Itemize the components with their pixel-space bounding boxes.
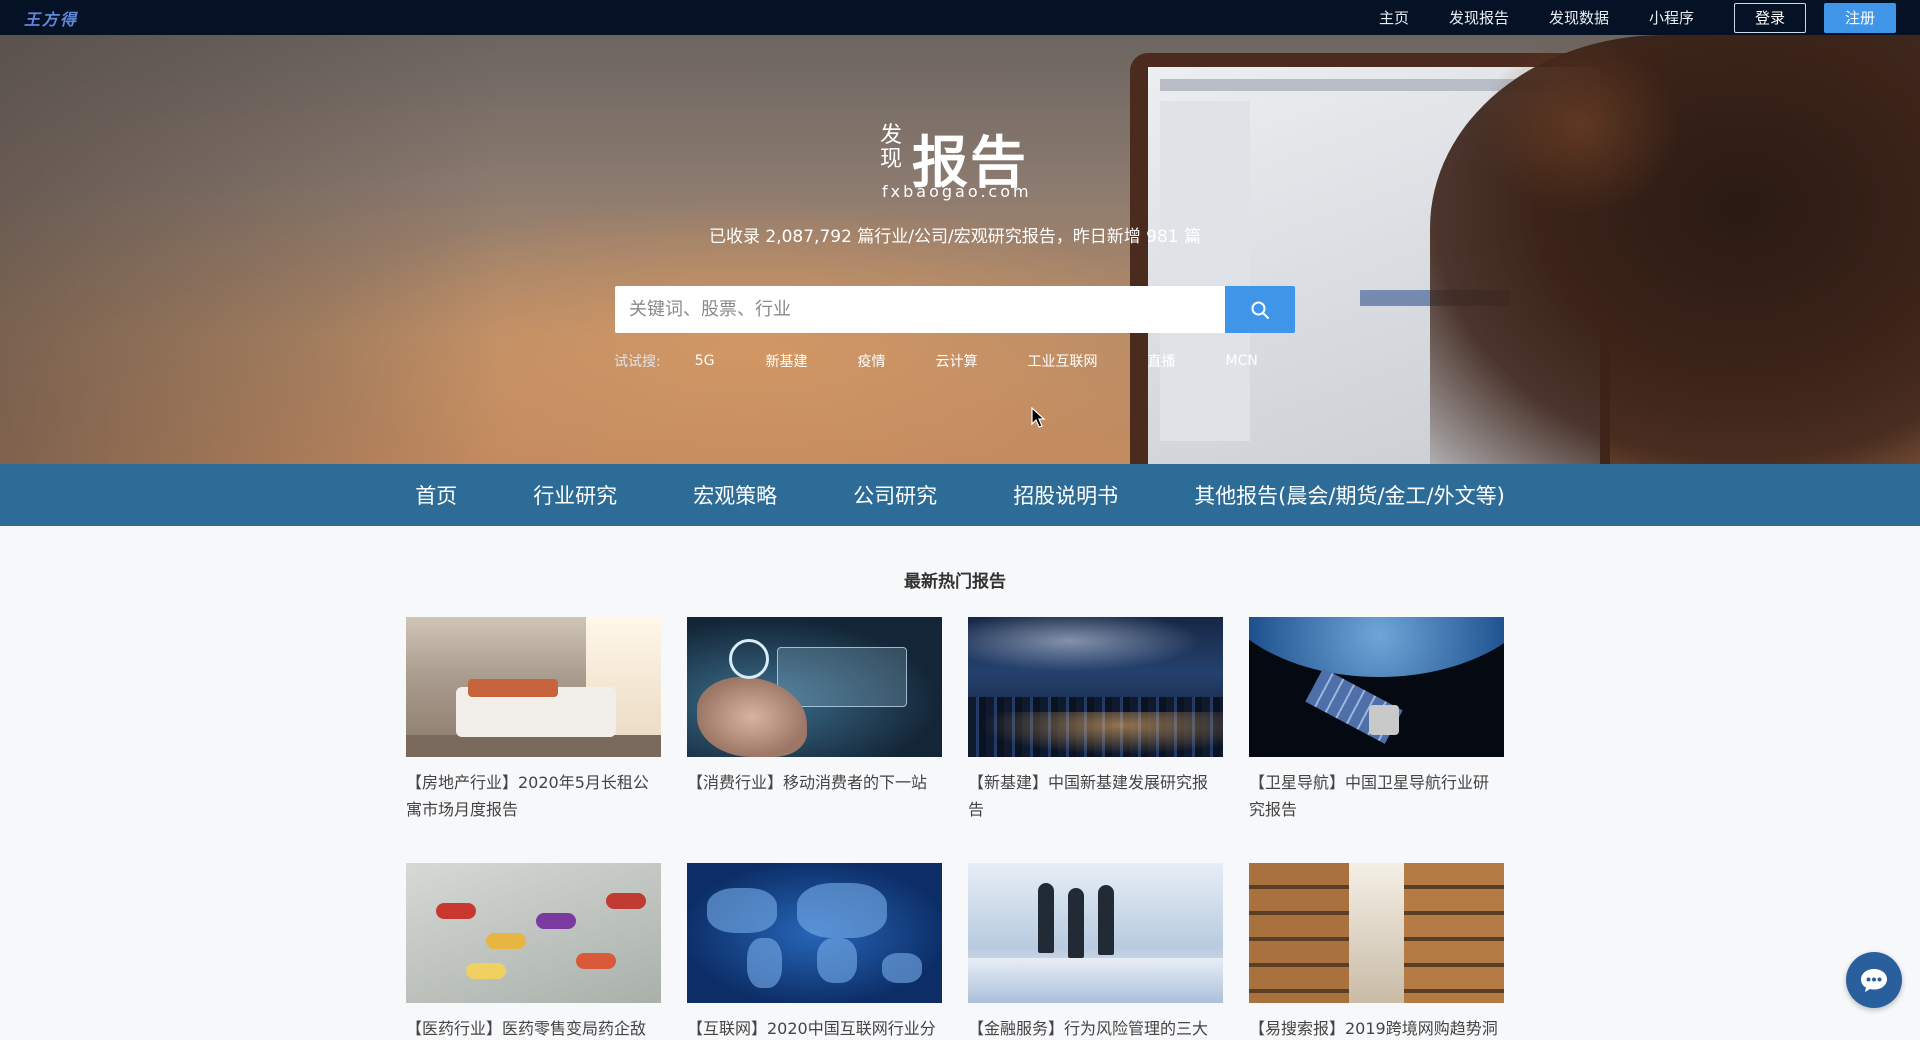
report-card[interactable]: 【房地产行业】2020年5月长租公寓市场月度报告 [406, 617, 661, 823]
report-card[interactable]: 【消费行业】移动消费者的下一站 [687, 617, 942, 796]
logo-small-text: 发现 [880, 123, 903, 172]
report-title[interactable]: 【消费行业】移动消费者的下一站 [687, 769, 942, 796]
report-thumbnail[interactable] [406, 617, 661, 757]
search-bar [615, 286, 1295, 333]
category-tab-other[interactable]: 其他报告(晨会/期货/金工/外文等) [1194, 480, 1505, 510]
map-continent [747, 938, 782, 988]
search-icon [1251, 301, 1270, 319]
bedroom-floor [406, 735, 661, 757]
pill [576, 953, 616, 969]
category-tab-industry[interactable]: 行业研究 [533, 480, 617, 510]
meeting-table [968, 958, 1223, 1003]
hero-person-hair [1480, 35, 1680, 215]
hero-background-shade [0, 35, 500, 464]
report-title[interactable]: 【金融服务】行为风险管理的三大 [968, 1015, 1223, 1040]
report-title[interactable]: 【卫星导航】中国卫星导航行业研究报告 [1249, 769, 1504, 823]
suggest-item-new-infrastructure[interactable]: 新基建 [765, 351, 807, 371]
report-title[interactable]: 【新基建】中国新基建发展研究报告 [968, 769, 1223, 823]
pill [436, 903, 476, 919]
map-continent [882, 953, 922, 983]
chat-bubble-icon [1861, 969, 1887, 992]
mouse-cursor-icon [1031, 407, 1046, 428]
report-card[interactable]: 【新基建】中国新基建发展研究报告 [968, 617, 1223, 823]
top-nav: 主页 发现报告 发现数据 小程序 登录 注册 [1379, 0, 1920, 35]
category-tab-prospectus[interactable]: 招股说明书 [1013, 480, 1118, 510]
map-continent [797, 883, 887, 938]
suggest-item-industrial-internet[interactable]: 工业互联网 [1027, 351, 1097, 371]
map-continent [817, 938, 857, 983]
pay-ring [729, 639, 769, 679]
report-title[interactable]: 【易搜索报】2019跨境网购趋势洞 [1249, 1015, 1504, 1040]
site-brand-logo[interactable]: 王方得 [24, 6, 78, 30]
pay-card [777, 647, 907, 707]
search-input[interactable] [615, 286, 1226, 333]
top-bar: 王方得 主页 发现报告 发现数据 小程序 登录 注册 [0, 0, 1920, 35]
pill [536, 913, 576, 929]
report-thumbnail[interactable] [1249, 617, 1504, 757]
report-thumbnail[interactable] [968, 617, 1223, 757]
report-thumbnail[interactable] [687, 617, 942, 757]
report-thumbnail[interactable] [968, 863, 1223, 1003]
hero-tagline: 已收录 2,087,792 篇行业/公司/宏观研究报告，昨日新增 981 篇 [708, 227, 1202, 247]
pill [486, 933, 526, 949]
report-thumbnail[interactable] [687, 863, 942, 1003]
section-title: 最新热门报告 [904, 572, 1006, 592]
pill [466, 963, 506, 979]
category-tab-home[interactable]: 首页 [415, 480, 457, 510]
search-button[interactable] [1225, 286, 1295, 333]
report-card[interactable]: 【互联网】2020中国互联网行业分 [687, 863, 942, 1040]
chat-button[interactable] [1846, 952, 1902, 1008]
top-nav-home[interactable]: 主页 [1379, 7, 1409, 28]
hero-banner [0, 35, 1920, 464]
suggest-item-5g[interactable]: 5G [695, 353, 715, 369]
fxbaogao-logo: 发现 报告 fxbaogao.com [878, 122, 1038, 202]
meeting-person [1068, 888, 1084, 958]
bedroom-pillow [468, 679, 558, 697]
city-clouds [968, 617, 1223, 677]
search-suggestions: 试试搜: 5G 新基建 疫情 云计算 工业互联网 直播 MCN [614, 351, 1258, 371]
category-tab-company[interactable]: 公司研究 [853, 480, 937, 510]
suggest-item-epidemic[interactable]: 疫情 [857, 351, 885, 371]
page: 王方得 主页 发现报告 发现数据 小程序 登录 注册 发现 报告 fxbaoga… [0, 0, 1920, 1040]
report-title[interactable]: 【医药行业】医药零售变局药企敌 [406, 1015, 661, 1040]
city-lights [968, 712, 1223, 757]
warehouse-shelf-left [1249, 863, 1349, 1003]
report-card[interactable]: 【卫星导航】中国卫星导航行业研究报告 [1249, 617, 1504, 823]
hero-screen-sidebar [1160, 101, 1250, 441]
warehouse-shelf-right [1404, 863, 1504, 1003]
suggest-item-cloud-computing[interactable]: 云计算 [935, 351, 977, 371]
report-thumbnail[interactable] [1249, 863, 1504, 1003]
report-card[interactable]: 【金融服务】行为风险管理的三大 [968, 863, 1223, 1040]
warehouse-aisle [1349, 863, 1404, 1003]
suggest-item-live-streaming[interactable]: 直播 [1147, 351, 1175, 371]
top-nav-miniprogram[interactable]: 小程序 [1649, 7, 1694, 28]
meeting-person [1038, 883, 1054, 953]
map-continent [707, 888, 777, 933]
space-satellite-body [1369, 705, 1399, 735]
login-button[interactable]: 登录 [1734, 2, 1806, 33]
category-nav: 首页 行业研究 宏观策略 公司研究 招股说明书 其他报告(晨会/期货/金工/外文… [0, 464, 1920, 526]
report-card[interactable]: 【医药行业】医药零售变局药企敌 [406, 863, 661, 1040]
category-tab-macro[interactable]: 宏观策略 [693, 480, 777, 510]
report-thumbnail[interactable] [406, 863, 661, 1003]
space-earth [1249, 617, 1504, 677]
meeting-person [1098, 885, 1114, 955]
top-nav-data[interactable]: 发现数据 [1549, 7, 1609, 28]
top-nav-reports[interactable]: 发现报告 [1449, 7, 1509, 28]
logo-domain-text: fxbaogao.com [882, 182, 1032, 201]
report-title[interactable]: 【房地产行业】2020年5月长租公寓市场月度报告 [406, 769, 661, 823]
register-button[interactable]: 注册 [1824, 2, 1896, 33]
suggest-item-mcn[interactable]: MCN [1225, 353, 1257, 369]
report-title[interactable]: 【互联网】2020中国互联网行业分 [687, 1015, 942, 1040]
pill [606, 893, 646, 909]
report-card[interactable]: 【易搜索报】2019跨境网购趋势洞 [1249, 863, 1504, 1040]
suggest-label: 试试搜: [614, 354, 661, 370]
